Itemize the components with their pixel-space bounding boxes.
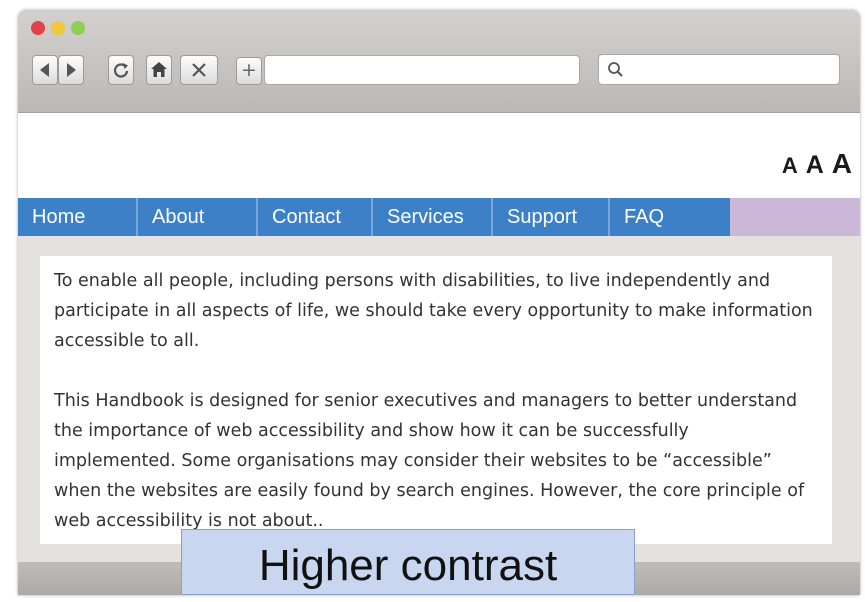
text-size-medium-button[interactable]: A (806, 151, 824, 180)
plus-icon: + (241, 59, 257, 81)
handbook-paragraph: This Handbook is designed for senior exe… (54, 391, 805, 531)
home-button[interactable] (146, 55, 172, 85)
back-button[interactable] (32, 55, 58, 85)
text-size-large-button[interactable]: A (832, 148, 852, 180)
maximize-window-button[interactable] (71, 21, 85, 35)
nav-item-home[interactable]: Home (18, 198, 138, 236)
text-size-small-button[interactable]: A (782, 153, 798, 179)
text-size-controls: A A A (782, 148, 852, 180)
main-navigation: Home About Contact Services Support FAQ (18, 198, 860, 236)
new-tab-button[interactable]: + (236, 57, 262, 85)
nav-item-contact[interactable]: Contact (258, 198, 373, 236)
forward-arrow-icon (67, 63, 76, 77)
nav-item-services[interactable]: Services (373, 198, 493, 236)
home-icon (151, 62, 167, 77)
close-window-button[interactable] (31, 21, 45, 35)
nav-item-support[interactable]: Support (493, 198, 610, 236)
search-input[interactable] (598, 54, 840, 85)
reload-icon (113, 63, 129, 78)
search-icon (608, 62, 623, 77)
content-panel: To enable all people, including persons … (40, 256, 832, 544)
minimize-window-button[interactable] (51, 21, 65, 35)
reload-button[interactable] (108, 55, 134, 85)
address-bar[interactable] (264, 55, 580, 85)
close-icon (192, 63, 206, 77)
browser-toolbar: + (18, 10, 860, 113)
browser-window: + A A A Home About Contact Services Supp… (18, 10, 860, 595)
nav-item-faq[interactable]: FAQ (610, 198, 730, 236)
nav-item-about[interactable]: About (138, 198, 258, 236)
caption-label: Higher contrast (181, 529, 635, 595)
content-area: To enable all people, including persons … (18, 236, 860, 566)
stop-button[interactable] (180, 55, 218, 85)
back-arrow-icon (40, 63, 49, 77)
intro-paragraph: To enable all people, including persons … (54, 271, 813, 351)
menu-bar: Home About Contact Services Support FAQ (18, 198, 730, 236)
forward-button[interactable] (58, 55, 84, 85)
